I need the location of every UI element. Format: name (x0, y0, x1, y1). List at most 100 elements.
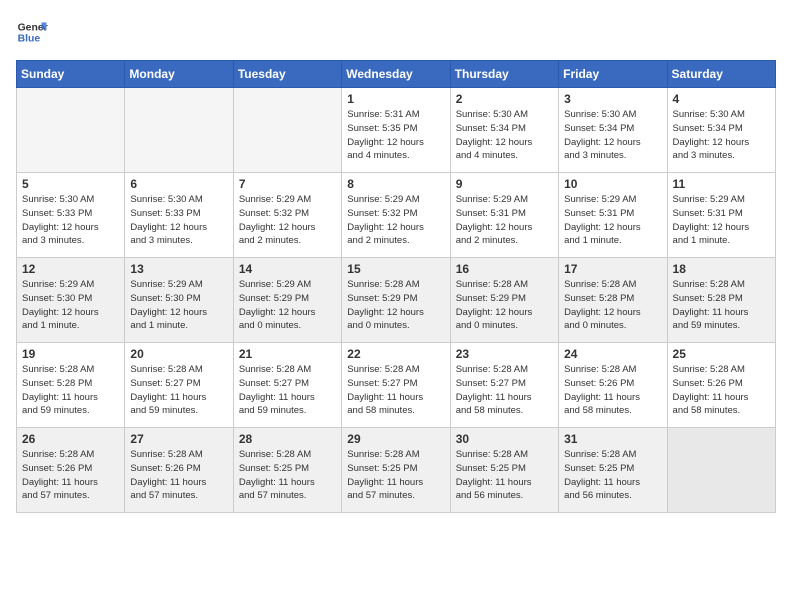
calendar-cell: 9 Sunrise: 5:29 AM Sunset: 5:31 PM Daylig… (450, 173, 558, 258)
day-info: Sunrise: 5:28 AM Sunset: 5:27 PM Dayligh… (456, 363, 553, 418)
day-number: 14 (239, 262, 336, 276)
calendar-cell: 25 Sunrise: 5:28 AM Sunset: 5:26 PM Dayli… (667, 343, 775, 428)
day-info: Sunrise: 5:30 AM Sunset: 5:33 PM Dayligh… (130, 193, 227, 248)
day-info: Sunrise: 5:29 AM Sunset: 5:31 PM Dayligh… (564, 193, 661, 248)
calendar-cell: 1 Sunrise: 5:31 AM Sunset: 5:35 PM Daylig… (342, 88, 450, 173)
calendar-cell: 27 Sunrise: 5:28 AM Sunset: 5:26 PM Dayli… (125, 428, 233, 513)
day-number: 9 (456, 177, 553, 191)
day-number: 5 (22, 177, 119, 191)
calendar-cell: 5 Sunrise: 5:30 AM Sunset: 5:33 PM Daylig… (17, 173, 125, 258)
day-number: 26 (22, 432, 119, 446)
day-info: Sunrise: 5:30 AM Sunset: 5:34 PM Dayligh… (673, 108, 770, 163)
calendar-cell: 12 Sunrise: 5:29 AM Sunset: 5:30 PM Dayli… (17, 258, 125, 343)
day-number: 3 (564, 92, 661, 106)
day-info: Sunrise: 5:30 AM Sunset: 5:34 PM Dayligh… (564, 108, 661, 163)
svg-text:Blue: Blue (18, 34, 41, 45)
day-info: Sunrise: 5:28 AM Sunset: 5:27 PM Dayligh… (239, 363, 336, 418)
day-number: 11 (673, 177, 770, 191)
day-number: 2 (456, 92, 553, 106)
day-number: 10 (564, 177, 661, 191)
day-number: 27 (130, 432, 227, 446)
weekday-header-tuesday: Tuesday (233, 61, 341, 88)
day-info: Sunrise: 5:28 AM Sunset: 5:26 PM Dayligh… (22, 448, 119, 503)
day-info: Sunrise: 5:29 AM Sunset: 5:31 PM Dayligh… (456, 193, 553, 248)
day-info: Sunrise: 5:28 AM Sunset: 5:27 PM Dayligh… (130, 363, 227, 418)
day-number: 6 (130, 177, 227, 191)
day-info: Sunrise: 5:28 AM Sunset: 5:28 PM Dayligh… (673, 278, 770, 333)
day-info: Sunrise: 5:28 AM Sunset: 5:29 PM Dayligh… (347, 278, 444, 333)
day-info: Sunrise: 5:29 AM Sunset: 5:32 PM Dayligh… (347, 193, 444, 248)
calendar-cell: 30 Sunrise: 5:28 AM Sunset: 5:25 PM Dayli… (450, 428, 558, 513)
weekday-header-wednesday: Wednesday (342, 61, 450, 88)
calendar-cell: 29Sunrise: 5:28 AM Sunset: 5:25 PM Dayli… (342, 428, 450, 513)
day-number: 21 (239, 347, 336, 361)
day-number: 12 (22, 262, 119, 276)
day-number: 25 (673, 347, 770, 361)
day-info: Sunrise: 5:28 AM Sunset: 5:28 PM Dayligh… (22, 363, 119, 418)
logo: General Blue (16, 16, 48, 48)
day-number: 16 (456, 262, 553, 276)
calendar-cell: 8 Sunrise: 5:29 AM Sunset: 5:32 PM Daylig… (342, 173, 450, 258)
calendar-cell: 26 Sunrise: 5:28 AM Sunset: 5:26 PM Dayli… (17, 428, 125, 513)
week-row-3: 12 Sunrise: 5:29 AM Sunset: 5:30 PM Dayli… (17, 258, 776, 343)
calendar-cell (233, 88, 341, 173)
weekday-header-friday: Friday (559, 61, 667, 88)
header: General Blue (16, 16, 776, 48)
day-info: Sunrise: 5:28 AM Sunset: 5:26 PM Dayligh… (130, 448, 227, 503)
day-info: Sunrise: 5:28 AM Sunset: 5:27 PM Dayligh… (347, 363, 444, 418)
weekday-header-sunday: Sunday (17, 61, 125, 88)
day-number: 13 (130, 262, 227, 276)
calendar-cell (667, 428, 775, 513)
calendar-cell: 24 Sunrise: 5:28 AM Sunset: 5:26 PM Dayli… (559, 343, 667, 428)
calendar-cell (125, 88, 233, 173)
day-info: Sunrise: 5:28 AM Sunset: 5:26 PM Dayligh… (673, 363, 770, 418)
calendar-cell: 4 Sunrise: 5:30 AM Sunset: 5:34 PM Daylig… (667, 88, 775, 173)
day-number: 4 (673, 92, 770, 106)
day-number: 8 (347, 177, 444, 191)
calendar-cell: 14Sunrise: 5:29 AM Sunset: 5:29 PM Dayli… (233, 258, 341, 343)
day-number: 17 (564, 262, 661, 276)
weekday-header-row: SundayMondayTuesdayWednesdayThursdayFrid… (17, 61, 776, 88)
calendar-cell: 13 Sunrise: 5:29 AM Sunset: 5:30 PM Dayli… (125, 258, 233, 343)
calendar-cell: 10 Sunrise: 5:29 AM Sunset: 5:31 PM Dayli… (559, 173, 667, 258)
day-number: 28 (239, 432, 336, 446)
logo-icon: General Blue (16, 16, 48, 48)
week-row-2: 5 Sunrise: 5:30 AM Sunset: 5:33 PM Daylig… (17, 173, 776, 258)
day-info: Sunrise: 5:28 AM Sunset: 5:29 PM Dayligh… (456, 278, 553, 333)
calendar-cell: 15 Sunrise: 5:28 AM Sunset: 5:29 PM Dayli… (342, 258, 450, 343)
day-number: 22 (347, 347, 444, 361)
day-info: Sunrise: 5:30 AM Sunset: 5:33 PM Dayligh… (22, 193, 119, 248)
day-info: Sunrise: 5:29 AM Sunset: 5:31 PM Dayligh… (673, 193, 770, 248)
calendar-cell: 6 Sunrise: 5:30 AM Sunset: 5:33 PM Daylig… (125, 173, 233, 258)
week-row-5: 26 Sunrise: 5:28 AM Sunset: 5:26 PM Dayli… (17, 428, 776, 513)
day-info: Sunrise: 5:29 AM Sunset: 5:30 PM Dayligh… (130, 278, 227, 333)
calendar-cell: 16 Sunrise: 5:28 AM Sunset: 5:29 PM Dayli… (450, 258, 558, 343)
day-info: Sunrise: 5:28 AM Sunset: 5:25 PM Dayligh… (239, 448, 336, 503)
day-info: Sunrise: 5:28 AM Sunset: 5:28 PM Dayligh… (564, 278, 661, 333)
weekday-header-monday: Monday (125, 61, 233, 88)
weekday-header-saturday: Saturday (667, 61, 775, 88)
day-number: 1 (347, 92, 444, 106)
calendar-cell: 11 Sunrise: 5:29 AM Sunset: 5:31 PM Dayli… (667, 173, 775, 258)
day-number: 24 (564, 347, 661, 361)
calendar-cell: 28 Sunrise: 5:28 AM Sunset: 5:25 PM Dayli… (233, 428, 341, 513)
week-row-1: 1 Sunrise: 5:31 AM Sunset: 5:35 PM Daylig… (17, 88, 776, 173)
calendar-cell: 7Sunrise: 5:29 AM Sunset: 5:32 PM Daylig… (233, 173, 341, 258)
day-info: Sunrise: 5:28 AM Sunset: 5:25 PM Dayligh… (456, 448, 553, 503)
day-number: 20 (130, 347, 227, 361)
weekday-header-thursday: Thursday (450, 61, 558, 88)
day-info: Sunrise: 5:28 AM Sunset: 5:25 PM Dayligh… (564, 448, 661, 503)
calendar-cell: 2Sunrise: 5:30 AM Sunset: 5:34 PM Daylig… (450, 88, 558, 173)
calendar-cell: 19Sunrise: 5:28 AM Sunset: 5:28 PM Dayli… (17, 343, 125, 428)
day-number: 18 (673, 262, 770, 276)
day-number: 30 (456, 432, 553, 446)
day-number: 23 (456, 347, 553, 361)
day-info: Sunrise: 5:29 AM Sunset: 5:32 PM Dayligh… (239, 193, 336, 248)
day-info: Sunrise: 5:31 AM Sunset: 5:35 PM Dayligh… (347, 108, 444, 163)
day-number: 31 (564, 432, 661, 446)
week-row-4: 19Sunrise: 5:28 AM Sunset: 5:28 PM Dayli… (17, 343, 776, 428)
day-info: Sunrise: 5:28 AM Sunset: 5:26 PM Dayligh… (564, 363, 661, 418)
day-info: Sunrise: 5:29 AM Sunset: 5:30 PM Dayligh… (22, 278, 119, 333)
calendar-cell: 23 Sunrise: 5:28 AM Sunset: 5:27 PM Dayli… (450, 343, 558, 428)
day-number: 15 (347, 262, 444, 276)
